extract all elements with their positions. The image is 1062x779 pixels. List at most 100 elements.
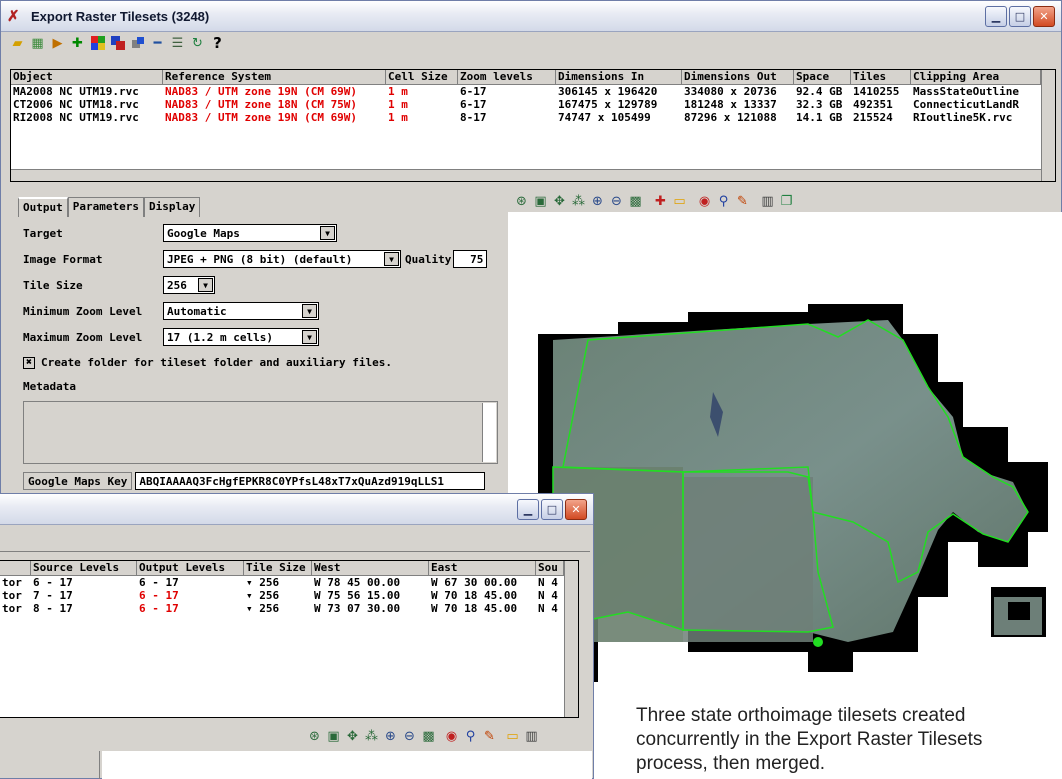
secondary-title-bar[interactable]: ▁ □ ✕ <box>0 494 593 525</box>
column-header[interactable]: Source Levels <box>31 561 137 575</box>
add-objects-icon[interactable]: ▦ <box>29 35 46 51</box>
redraw-icon[interactable]: ⁂ <box>363 728 380 744</box>
column-header[interactable]: Tiles <box>851 70 911 84</box>
target-select[interactable]: Google Maps ▼ <box>163 224 337 242</box>
tab-parameters[interactable]: Parameters <box>67 197 144 217</box>
table-row[interactable]: tor 6 - 17 6 - 17 ▾ 256 W 78 45 00.00 W … <box>0 576 578 589</box>
stop-icon[interactable]: ◉ <box>696 193 713 209</box>
cell-tiles: 492351 <box>853 98 893 111</box>
column-header[interactable]: Object <box>11 70 163 84</box>
min-zoom-select[interactable]: Automatic ▼ <box>163 302 319 320</box>
color-grid-icon[interactable] <box>89 35 106 51</box>
open-folder-icon[interactable]: ▰ <box>9 35 26 51</box>
zoom-box-icon[interactable]: ▣ <box>325 728 342 744</box>
tile-size-value: 256 <box>259 602 280 615</box>
multi-raster-icon[interactable] <box>109 35 126 51</box>
pencil-icon[interactable]: ✎ <box>481 728 498 744</box>
metadata-textarea[interactable] <box>23 401 498 464</box>
main-toolbar: ▰ ▦ ▶ ✚ ━ ☰ ↻ ? <box>1 32 1061 54</box>
column-header[interactable]: Cell Size <box>386 70 458 84</box>
column-header[interactable]: Dimensions Out <box>682 70 794 84</box>
table-row[interactable]: tor 8 - 17 6 - 17 ▾ 256 W 73 07 30.00 W … <box>0 602 578 615</box>
column-header[interactable]: East <box>429 561 536 575</box>
cell-tile-size[interactable]: ▾ 256 <box>244 589 312 602</box>
refresh-icon[interactable]: ↻ <box>189 35 206 51</box>
cell-tile-size[interactable]: ▾ 256 <box>244 602 312 615</box>
save-icon[interactable]: ▥ <box>759 193 776 209</box>
copy-icon[interactable]: ❐ <box>778 193 795 209</box>
maps-key-input[interactable]: ABQIAAAAQ3FcHgfEPKR8C0YPfsL48xT7xQuAzd91… <box>135 472 486 490</box>
chevron-down-icon: ▼ <box>320 226 335 240</box>
metadata-scrollbar[interactable] <box>482 403 496 462</box>
column-header[interactable]: West <box>312 561 429 575</box>
min-zoom-value: Automatic <box>167 304 227 318</box>
cell-object: CT2006 NC UTM18.rvc <box>13 98 139 111</box>
maximize-button[interactable]: □ <box>1009 6 1031 27</box>
table-row[interactable]: MA2008 NC UTM19.rvc NAD83 / UTM zone 19N… <box>11 85 1055 98</box>
search-icon[interactable]: ⚲ <box>715 193 732 209</box>
minimize-button[interactable]: ▁ <box>985 6 1007 27</box>
max-zoom-select[interactable]: 17 (1.2 m cells) ▼ <box>163 328 319 346</box>
table-vertical-scrollbar[interactable] <box>564 561 578 717</box>
pencil-icon[interactable]: ✎ <box>734 193 751 209</box>
zoom-box-icon[interactable]: ▣ <box>532 193 549 209</box>
column-header[interactable]: Clipping Area <box>911 70 1041 84</box>
metadata-label: Metadata <box>23 380 76 393</box>
create-folder-checkbox[interactable]: ✖ <box>23 356 35 369</box>
pan-icon[interactable]: ✥ <box>551 193 568 209</box>
cell-output-levels: 6 - 17 <box>139 576 179 589</box>
pan-icon[interactable]: ✥ <box>344 728 361 744</box>
table-row[interactable]: CT2006 NC UTM18.rvc NAD83 / UTM zone 18N… <box>11 98 1055 111</box>
column-header[interactable]: Output Levels <box>137 561 244 575</box>
save-icon[interactable]: ▥ <box>523 728 540 744</box>
zoom-full-icon[interactable]: ⊛ <box>306 728 323 744</box>
table-row[interactable]: RI2008 NC UTM19.rvc NAD83 / UTM zone 19N… <box>11 111 1055 124</box>
column-header[interactable]: Reference System <box>163 70 386 84</box>
zoom-out-icon[interactable]: ⊖ <box>401 728 418 744</box>
tab-display[interactable]: Display <box>143 197 201 217</box>
chevron-down-icon: ▼ <box>384 252 399 266</box>
layer-icon[interactable]: ▭ <box>504 728 521 744</box>
zoom-in-icon[interactable]: ⊕ <box>589 193 606 209</box>
tab-output[interactable]: Output <box>18 197 68 217</box>
maximize-button[interactable]: □ <box>541 499 563 520</box>
zoom-out-icon[interactable]: ⊖ <box>608 193 625 209</box>
levels-table: Source Levels Output Levels Tile Size We… <box>0 560 579 718</box>
grid-icon[interactable]: ▩ <box>627 193 644 209</box>
redraw-icon[interactable]: ⁂ <box>570 193 587 209</box>
grid-icon[interactable]: ▩ <box>420 728 437 744</box>
zoom-in-icon[interactable]: ⊕ <box>382 728 399 744</box>
search-icon[interactable]: ⚲ <box>462 728 479 744</box>
cell-tile-size[interactable]: ▾ 256 <box>244 576 312 589</box>
stop-icon[interactable]: ◉ <box>443 728 460 744</box>
column-header[interactable]: Tile Size <box>244 561 312 575</box>
list-icon[interactable]: ☰ <box>169 35 186 51</box>
column-header[interactable]: Sou <box>536 561 564 575</box>
table-row[interactable]: tor 7 - 17 6 - 17 ▾ 256 W 75 56 15.00 W … <box>0 589 578 602</box>
secondary-view-pane[interactable] <box>102 751 592 779</box>
column-header[interactable]: Zoom levels <box>458 70 556 84</box>
table-horizontal-scrollbar[interactable] <box>11 169 1041 181</box>
help-icon[interactable]: ? <box>209 34 226 52</box>
zoom-full-icon[interactable]: ⊛ <box>513 193 530 209</box>
image-format-select[interactable]: JPEG + PNG (8 bit) (default) ▼ <box>163 250 401 268</box>
secondary-window: ▁ □ ✕ Source Levels Output Levels Tile S… <box>0 493 594 779</box>
run-icon[interactable]: ▶ <box>49 35 66 51</box>
quality-input[interactable]: 75 <box>453 250 488 268</box>
tile-size-select[interactable]: 256 ▼ <box>163 276 215 294</box>
tile-size-value: 256 <box>167 278 187 292</box>
minimize-button[interactable]: ▁ <box>517 499 539 520</box>
close-button[interactable]: ✕ <box>565 499 587 520</box>
add-layer-icon[interactable]: ✚ <box>652 193 669 209</box>
layer-icon[interactable]: ▭ <box>671 193 688 209</box>
minus-icon[interactable]: ━ <box>149 35 166 51</box>
tile-size-value: 256 <box>259 589 280 602</box>
title-bar[interactable]: ✗ Export Raster Tilesets (3248) ▁ □ ✕ <box>1 1 1061 32</box>
table-vertical-scrollbar[interactable] <box>1041 70 1055 181</box>
column-header[interactable]: Space <box>794 70 851 84</box>
add-icon[interactable]: ✚ <box>69 35 86 51</box>
secondary-toolbar-strip <box>0 534 590 552</box>
remove-raster-icon[interactable] <box>129 35 146 51</box>
close-button[interactable]: ✕ <box>1033 6 1055 27</box>
column-header[interactable]: Dimensions In <box>556 70 682 84</box>
